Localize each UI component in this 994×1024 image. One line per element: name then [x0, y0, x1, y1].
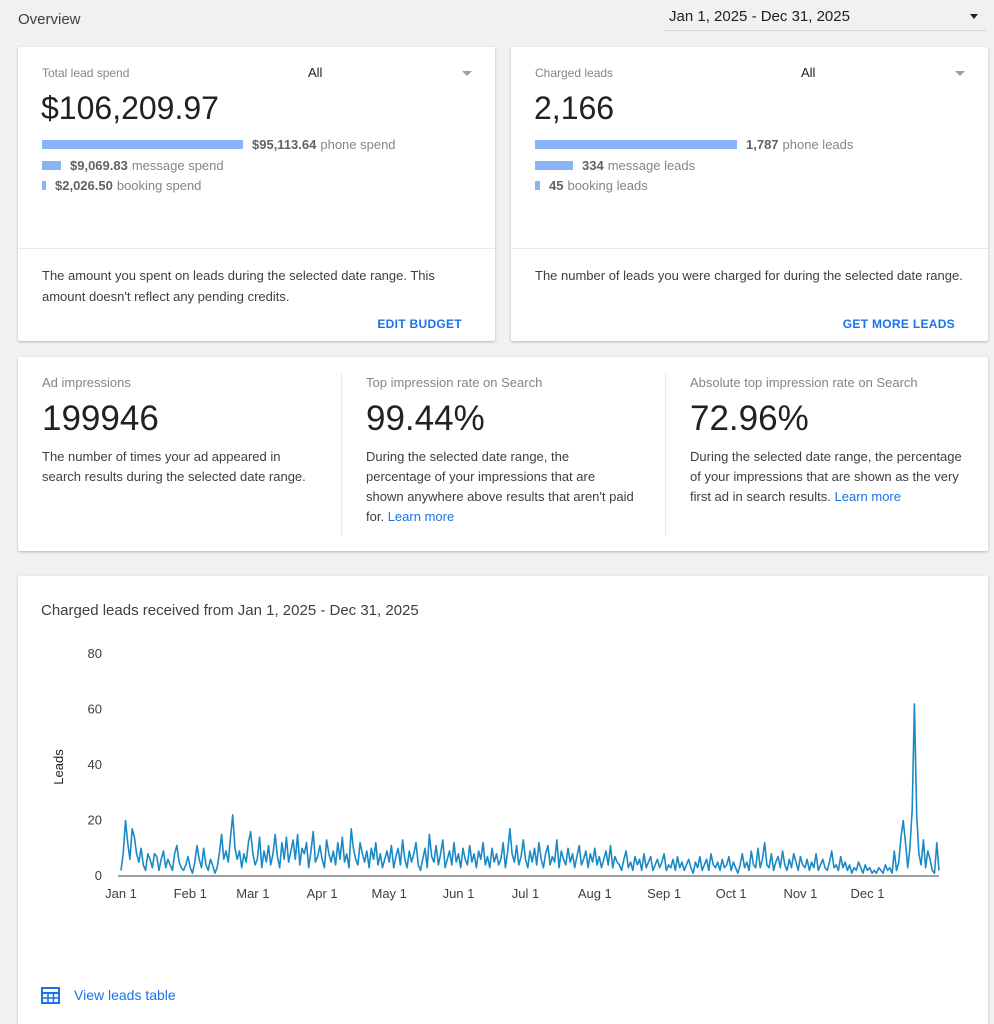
booking-leads-label: booking leads: [567, 177, 648, 193]
page-title: Overview: [18, 11, 81, 28]
message-spend-value: $9,069.83: [70, 157, 128, 173]
top-impression-rate-description: During the selected date range, the perc…: [366, 447, 634, 527]
spend-row-phone: $95,113.64 phone spend: [42, 136, 396, 152]
date-range-value: Jan 1, 2025 - Dec 31, 2025: [669, 8, 850, 25]
x-tick-label: Jan 1: [105, 886, 137, 901]
ad-impressions-label: Ad impressions: [42, 375, 131, 390]
y-tick-label: 20: [88, 813, 102, 828]
x-tick-label: May 1: [371, 886, 406, 901]
chart-title: Charged leads received from Jan 1, 2025 …: [41, 602, 419, 619]
top-impression-rate-metric: Top impression rate on Search 99.44% Dur…: [366, 357, 656, 551]
phone-leads-bar: [535, 139, 737, 149]
y-axis-title: Leads: [51, 749, 66, 785]
view-leads-table-link[interactable]: View leads table: [41, 984, 176, 1006]
message-leads-bar: [535, 160, 573, 170]
x-tick-label: Sep 1: [647, 886, 681, 901]
x-tick-label: Jun 1: [443, 886, 475, 901]
absolute-top-rate-description: During the selected date range, the perc…: [690, 447, 970, 507]
leads-series-line: [120, 703, 940, 874]
date-range-select[interactable]: Jan 1, 2025 - Dec 31, 2025: [664, 0, 986, 31]
spend-filter-select[interactable]: All: [308, 65, 322, 80]
absolute-top-rate-description-text: During the selected date range, the perc…: [690, 449, 962, 504]
y-tick-label: 40: [88, 757, 102, 772]
phone-spend-value: $95,113.64: [252, 136, 317, 152]
table-icon: [41, 986, 60, 1004]
y-tick-label: 60: [88, 702, 102, 717]
edit-budget-link[interactable]: EDIT BUDGET: [377, 317, 462, 331]
spend-filter-arrow-icon[interactable]: [462, 71, 472, 76]
card-divider: [511, 248, 988, 249]
x-tick-label: Aug 1: [578, 886, 612, 901]
x-tick-label: Apr 1: [307, 886, 338, 901]
card-divider: [18, 248, 495, 249]
spend-row-message: $9,069.83 message spend: [42, 157, 224, 173]
phone-spend-bar: [42, 139, 243, 149]
get-more-leads-link[interactable]: GET MORE LEADS: [843, 317, 955, 331]
impressions-card: Ad impressions 199946 The number of time…: [18, 357, 988, 551]
phone-spend-label: phone spend: [320, 136, 396, 152]
message-leads-label: message leads: [607, 157, 696, 173]
ad-impressions-value: 199946: [42, 399, 159, 438]
message-spend-bar: [42, 160, 61, 170]
leads-filter-arrow-icon[interactable]: [955, 71, 965, 76]
phone-leads-label: phone leads: [782, 136, 854, 152]
y-tick-label: 0: [95, 868, 102, 883]
view-leads-table-label: View leads table: [74, 987, 176, 1003]
leads-row-booking: 45 booking leads: [535, 177, 648, 193]
x-tick-label: Jul 1: [512, 886, 539, 901]
absolute-top-rate-label: Absolute top impression rate on Search: [690, 375, 918, 390]
spend-row-booking: $2,026.50 booking spend: [42, 177, 201, 193]
phone-leads-value: 1,787: [746, 136, 779, 152]
leads-filter-select[interactable]: All: [801, 65, 815, 80]
lead-spend-description: The amount you spent on leads during the…: [42, 268, 435, 304]
ad-impressions-metric: Ad impressions 199946 The number of time…: [42, 357, 327, 551]
dropdown-arrow-icon: [970, 14, 978, 19]
column-divider: [341, 373, 342, 536]
leads-row-message: 334 message leads: [535, 157, 695, 173]
message-leads-value: 334: [582, 157, 604, 173]
ad-impressions-description-text: The number of times your ad appeared in …: [42, 449, 306, 484]
booking-spend-label: booking spend: [116, 177, 202, 193]
column-divider: [665, 373, 666, 536]
x-tick-label: Oct 1: [716, 886, 747, 901]
lead-spend-label: Total lead spend: [42, 66, 130, 80]
leads-chart-card: Charged leads received from Jan 1, 2025 …: [18, 576, 988, 1024]
booking-leads-value: 45: [549, 177, 564, 193]
lead-spend-card: Total lead spend All $106,209.97 $95,113…: [18, 47, 495, 341]
y-tick-label: 80: [88, 646, 102, 661]
booking-spend-bar: [42, 180, 46, 190]
top-impression-rate-value: 99.44%: [366, 399, 485, 438]
booking-spend-value: $2,026.50: [55, 177, 113, 193]
charged-leads-description: The number of leads you were charged for…: [535, 268, 963, 283]
top-impression-rate-label: Top impression rate on Search: [366, 375, 543, 390]
charged-leads-card: Charged leads All 2,166 1,787 phone lead…: [511, 47, 988, 341]
top-bar: Overview Jan 1, 2025 - Dec 31, 2025: [0, 0, 994, 40]
leads-line-chart: 0 20 40 60 80 Leads Jan 1 Feb 1 Mar 1 Apr 1 May 1 J…: [51, 646, 940, 901]
charged-leads-label: Charged leads: [535, 66, 614, 80]
lead-spend-value: $106,209.97: [41, 90, 219, 126]
x-tick-label: Nov 1: [783, 886, 817, 901]
absolute-top-learn-more-link[interactable]: Learn more: [835, 489, 901, 504]
message-spend-label: message spend: [131, 157, 224, 173]
leads-row-phone: 1,787 phone leads: [535, 136, 853, 152]
top-impression-learn-more-link[interactable]: Learn more: [388, 509, 454, 524]
ad-impressions-description: The number of times your ad appeared in …: [42, 447, 317, 487]
booking-leads-bar: [535, 180, 540, 190]
x-tick-label: Dec 1: [850, 886, 884, 901]
absolute-top-rate-value: 72.96%: [690, 399, 809, 438]
charged-leads-value: 2,166: [534, 90, 615, 126]
x-tick-label: Mar 1: [236, 886, 269, 901]
absolute-top-rate-metric: Absolute top impression rate on Search 7…: [690, 357, 975, 551]
x-tick-label: Feb 1: [174, 886, 207, 901]
